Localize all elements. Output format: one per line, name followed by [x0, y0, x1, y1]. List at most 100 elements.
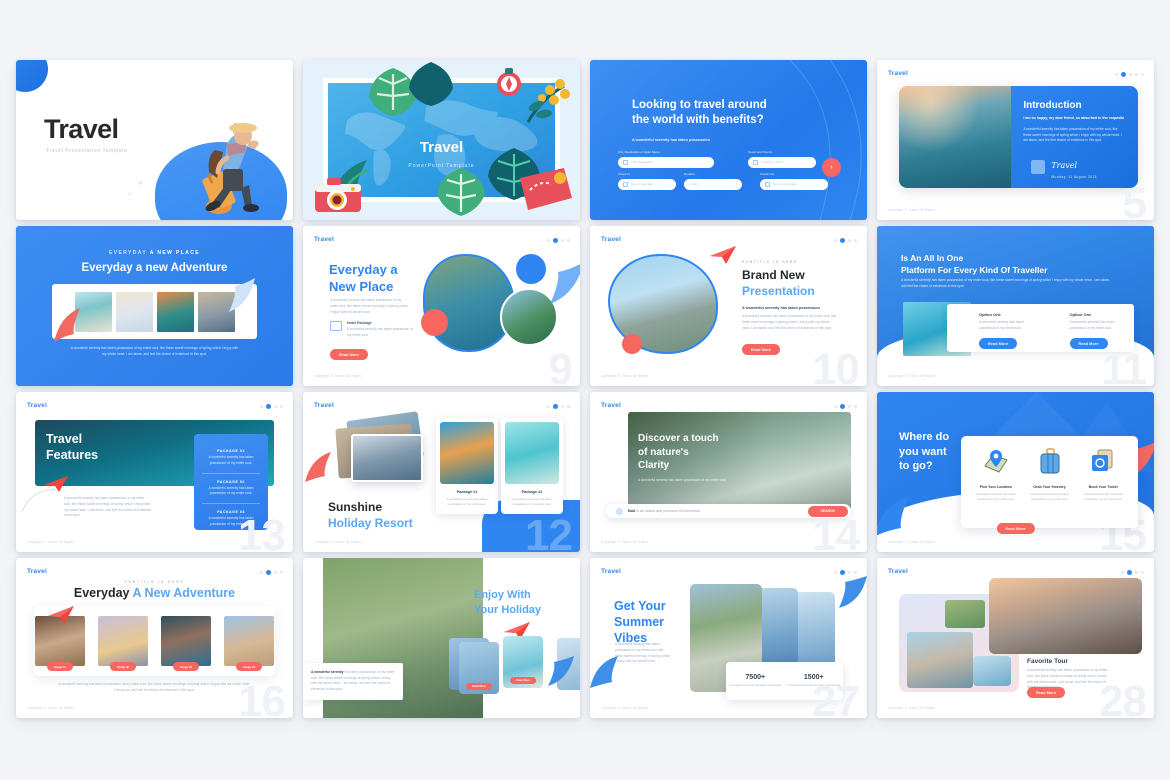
blue-leaf-icon: [548, 656, 574, 686]
slide-thumbnail-where-to-go[interactable]: Where do you want to go? Pick Your Locatio…: [877, 392, 1154, 552]
nav-dot[interactable]: [834, 239, 837, 242]
feature-body: A wonderful serenity has taken possessio…: [347, 327, 413, 337]
slide-thumbnail-search-benefits[interactable]: Looking to travel around the world with b…: [590, 60, 867, 220]
read-more-button[interactable]: Read More: [510, 676, 536, 684]
step-item[interactable]: Book Your Ticket A wonderful serenity ha…: [1076, 448, 1130, 528]
read-more-button[interactable]: Read More: [330, 349, 369, 360]
slide-thumbnail-cover-tropical[interactable]: Travel PowerPoint Template: [303, 60, 580, 220]
calendar-out-icon: [765, 181, 770, 187]
signature-badge: [1031, 160, 1046, 174]
slide-thumbnail-introduction[interactable]: Travel Introduction I am so happy, my de…: [877, 60, 1154, 220]
step-item[interactable]: Grab Your Itinerary A wonderful serenity…: [1023, 448, 1077, 528]
gallery-image[interactable]: Image 02: [98, 616, 148, 671]
note-bold: A wonderful serenity: [311, 669, 344, 674]
nav-dot[interactable]: [854, 405, 857, 408]
slide-footer: Copyright © Travel, All Rights: [888, 706, 936, 710]
slide-thumbnail-brand-new-presentation[interactable]: Travel SUBTITLE IN HERE Brand New Present…: [590, 226, 867, 386]
slide-thumbnail-everyday-new-adventure[interactable]: Travel SUBTITLE IN HERE Everyday A New A…: [16, 558, 293, 718]
nav-dot[interactable]: [260, 571, 263, 574]
slide-thumbnail-all-in-one-platform[interactable]: Is An All In One Platform For Every Kind …: [877, 226, 1154, 386]
slide-thumbnail-enjoy-with-your-holiday[interactable]: Enjoy With Your Holiday Read More Read Mo…: [303, 558, 580, 718]
nav-dot[interactable]: [547, 239, 550, 242]
nav-dot[interactable]: [274, 405, 277, 408]
package-card[interactable]: Package #2 A wonderful serenity has take…: [501, 418, 563, 514]
nav-dot-active[interactable]: [1127, 570, 1132, 575]
input-checkin[interactable]: Day of your date: [618, 178, 676, 190]
nav-dot[interactable]: [1135, 73, 1138, 76]
slide-footer: Copyright © Travel, All Rights: [601, 540, 649, 544]
slide-footer: Copyright © Travel, All Rights: [888, 540, 936, 544]
field-label-checkout: Check Out: [760, 172, 775, 176]
slide-thumbnail-everyday-new-place[interactable]: Travel Everyday a New Place A wonderful s…: [303, 226, 580, 386]
slide-thumbnail-sunshine-holiday-resort[interactable]: Travel Sunshine Holiday Resort Package #1…: [303, 392, 580, 552]
slide-nav-dots[interactable]: [260, 570, 283, 575]
input-destination[interactable]: Your Destination: [618, 156, 714, 168]
nav-dot-active[interactable]: [1121, 72, 1126, 77]
nav-dot[interactable]: [1135, 571, 1138, 574]
image-label: Image 04: [236, 662, 262, 671]
nav-dot-active[interactable]: [553, 404, 558, 409]
nav-dot[interactable]: [280, 571, 283, 574]
nav-dot[interactable]: [1129, 73, 1132, 76]
nav-dot[interactable]: [854, 239, 857, 242]
nav-dot[interactable]: [1115, 73, 1118, 76]
read-more-button[interactable]: Read More: [1027, 687, 1066, 698]
nav-dot[interactable]: [561, 405, 564, 408]
input-duration[interactable]: 1 night ▾: [684, 178, 742, 190]
field-label-destination: City, Destination or Hotel Name: [618, 150, 660, 154]
nav-dot[interactable]: [834, 405, 837, 408]
nav-dot[interactable]: [1141, 571, 1144, 574]
slide-nav-dots[interactable]: [834, 404, 857, 409]
slide-footer: Copyright © Travel, All Rights: [314, 374, 362, 378]
title-line-1: Travel: [46, 432, 83, 446]
slide-thumbnail-natures-clarity[interactable]: Travel Discover a touch of nature's Clarit…: [590, 392, 867, 552]
nav-dot-active[interactable]: [840, 238, 845, 243]
package-label: PACKAGE 02: [217, 479, 245, 484]
nav-dot[interactable]: [567, 405, 570, 408]
nav-dot-active[interactable]: [266, 570, 271, 575]
nav-dot[interactable]: [280, 405, 283, 408]
slide-thumbnail-everyday-gallery[interactable]: EVERYDAY A NEW PLACE Everyday a new Adve…: [16, 226, 293, 386]
slide-thumbnail-travel-features[interactable]: Travel Travel Features PACKAGE 01 A wonde…: [16, 392, 293, 552]
read-more-button[interactable]: Read More: [996, 523, 1035, 534]
white-leaf-icon: [229, 278, 255, 312]
slide-nav-dots[interactable]: [547, 238, 570, 243]
nav-dot-active[interactable]: [553, 238, 558, 243]
gallery-image[interactable]: Image 03: [161, 616, 211, 671]
slide-nav-dots[interactable]: [1121, 570, 1144, 575]
nav-dot[interactable]: [567, 239, 570, 242]
read-more-button[interactable]: Read More: [979, 338, 1018, 350]
intro-lead: I am so happy, my dear friend, so absorb…: [1023, 116, 1125, 120]
thumb-photo[interactable]: Read More: [503, 636, 543, 688]
read-more-button[interactable]: Read More: [466, 682, 492, 690]
input-checkout[interactable]: Next on your date: [760, 178, 828, 190]
slide-nav-dots[interactable]: [1115, 72, 1144, 77]
nav-dot[interactable]: [260, 405, 263, 408]
title-line-1: Is An All In One: [901, 253, 964, 263]
title-line-1: Enjoy With: [474, 589, 531, 601]
slide-nav-dots[interactable]: [834, 238, 857, 243]
nav-dot[interactable]: [1141, 73, 1144, 76]
slide-nav-dots[interactable]: [260, 404, 283, 409]
thumb-photo[interactable]: Read More: [459, 642, 499, 694]
input-guests[interactable]: 1 Guest, 1 Room: [748, 156, 816, 168]
nav-dot[interactable]: [274, 571, 277, 574]
read-more-button[interactable]: Read More: [742, 344, 781, 355]
search-submit-button[interactable]: ›: [822, 158, 841, 177]
nav-dot[interactable]: [1121, 571, 1124, 574]
nav-dot[interactable]: [848, 239, 851, 242]
slide-thumbnail-summer-vibes[interactable]: Travel Get Your Summer Vibes A wonderful s…: [590, 558, 867, 718]
slide-number: 10: [812, 345, 860, 387]
slide-thumbnail-cover-hero[interactable]: Travel Travel Presentation Template + +: [16, 60, 293, 220]
package-card[interactable]: Package #1 A wonderful serenity has take…: [436, 418, 498, 514]
slide-nav-dots[interactable]: [547, 404, 570, 409]
nav-dot-active[interactable]: [840, 404, 845, 409]
nav-dot[interactable]: [848, 405, 851, 408]
nav-dot[interactable]: [561, 239, 564, 242]
slide-thumbnail-favorite-tour[interactable]: Travel Favorite Tour A wonderful serenit…: [877, 558, 1154, 718]
gallery-image[interactable]: Image 04: [224, 616, 274, 671]
nav-dot[interactable]: [547, 405, 550, 408]
nav-dot-active[interactable]: [266, 404, 271, 409]
step-item[interactable]: Pick Your Location A wonderful serenity …: [969, 448, 1023, 528]
image-label: Image 02: [110, 662, 136, 671]
